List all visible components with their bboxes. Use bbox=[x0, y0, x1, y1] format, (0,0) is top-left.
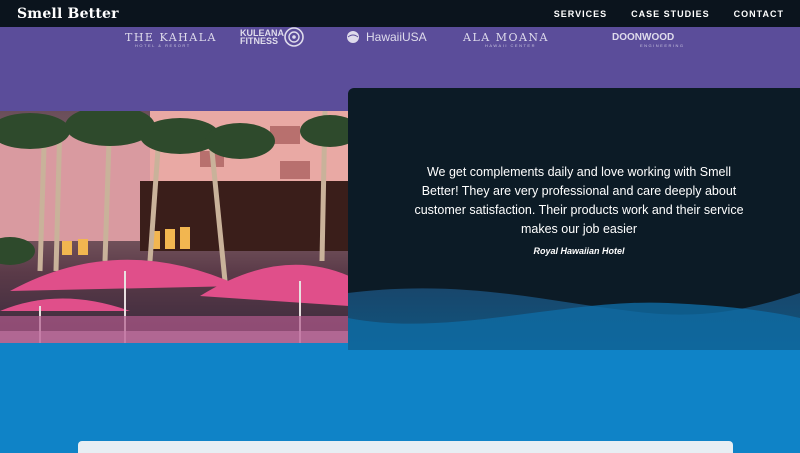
logo-ala-moana: ALA MOANA HAWAII CENTER bbox=[463, 30, 549, 49]
logo-kahala: THE KAHALA HOTEL & RESORT bbox=[125, 30, 217, 49]
nav-link-contact[interactable]: CONTACT bbox=[734, 9, 784, 19]
nav-menu: SERVICES CASE STUDIES CONTACT bbox=[554, 9, 784, 19]
testimonial-quote: We get complements daily and love workin… bbox=[414, 165, 744, 236]
testimonial-card: We get complements daily and love workin… bbox=[348, 88, 800, 350]
nav-link-case-studies[interactable]: CASE STUDIES bbox=[631, 9, 710, 19]
nav-link-services[interactable]: SERVICES bbox=[554, 9, 607, 19]
hotel-pool-illustration bbox=[0, 111, 349, 343]
globe-icon bbox=[347, 31, 359, 43]
logo-doonwood: DOONWOOD ENGINEERING bbox=[612, 31, 685, 49]
logo-hawaiiusa: HawaiiUSA bbox=[346, 27, 427, 47]
logo-kuleana-fitness: KULEANA FITNESS bbox=[240, 27, 306, 47]
brand-logo-link[interactable]: Smell Better bbox=[17, 6, 119, 22]
spiral-icon bbox=[284, 27, 304, 47]
hotel-pool-photo bbox=[0, 111, 349, 343]
testimonial-author: Royal Hawaiian Hotel bbox=[533, 246, 625, 256]
content-panel-top-edge bbox=[78, 441, 733, 453]
top-nav: Smell Better SERVICES CASE STUDIES CONTA… bbox=[0, 0, 800, 27]
